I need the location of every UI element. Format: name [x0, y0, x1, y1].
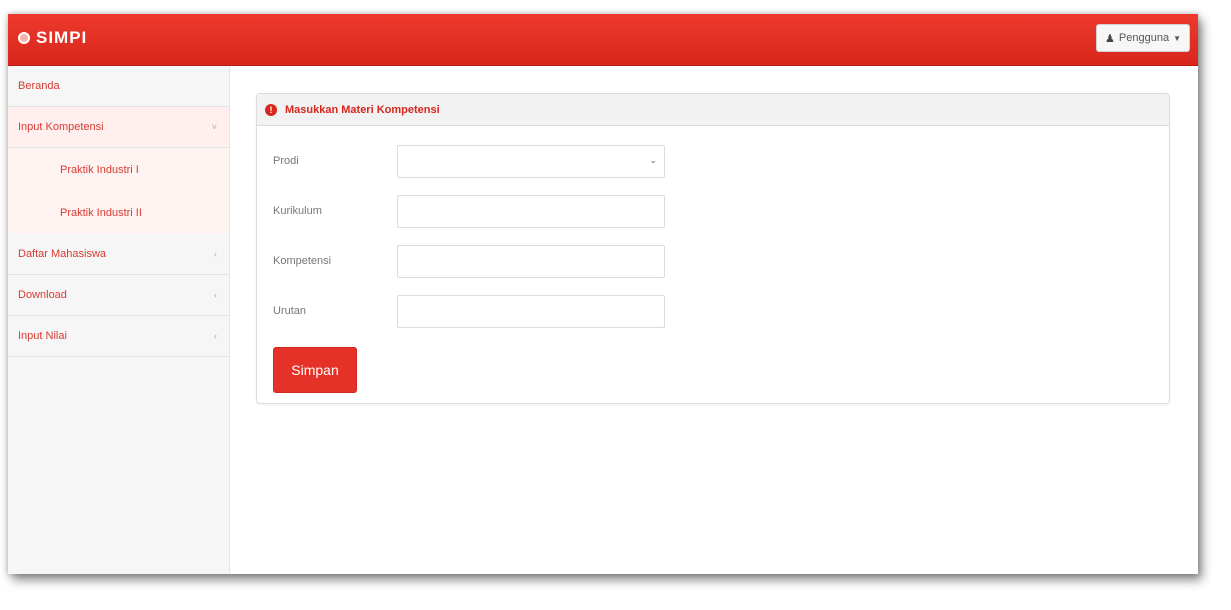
top-navbar: SIMPI ♟ Pengguna ▼ [8, 14, 1198, 66]
sidebar-item-label: Beranda [18, 80, 60, 92]
brand[interactable]: SIMPI [18, 28, 87, 48]
simpan-button[interactable]: Simpan [273, 347, 357, 393]
gear-logo-icon [18, 32, 30, 44]
sidebar-item-label: Download [18, 289, 67, 301]
sidebar-item-daftar-mahasiswa[interactable]: Daftar Mahasiswa ‹ [8, 234, 229, 275]
sidebar-item-label: Input Kompetensi [18, 121, 104, 133]
kompetensi-label: Kompetensi [273, 255, 332, 267]
panel-header: ! Masukkan Materi Kompetensi [257, 94, 1169, 126]
chevron-left-icon: ‹ [214, 331, 217, 341]
form-panel: ! Masukkan Materi Kompetensi Prodi ⌄ Kur… [256, 93, 1170, 404]
sidebar-item-download[interactable]: Download ‹ [8, 275, 229, 316]
prodi-select[interactable] [397, 144, 665, 178]
caret-down-icon: ▼ [1173, 33, 1181, 43]
sidebar-item-label: Input Nilai [18, 330, 67, 342]
user-menu-label: Pengguna [1118, 32, 1170, 44]
chevron-left-icon: ‹ [214, 249, 217, 259]
sidebar: Beranda Input Kompetensi ˅ Praktik Indus… [8, 66, 230, 574]
sidebar-item-beranda[interactable]: Beranda [8, 66, 229, 107]
form-row-kurikulum: Kurikulum [273, 194, 673, 228]
urutan-input[interactable] [397, 294, 665, 328]
sidebar-subitem-praktik-industri-1[interactable]: Praktik Industri I [8, 148, 229, 191]
kompetensi-input[interactable] [397, 244, 665, 278]
info-circle-icon: ! [265, 103, 277, 116]
sidebar-subitem-praktik-industri-2[interactable]: Praktik Industri II [8, 191, 229, 234]
main-content: ! Masukkan Materi Kompetensi Prodi ⌄ Kur… [230, 66, 1198, 574]
prodi-label: Prodi [273, 155, 299, 167]
kurikulum-label: Kurikulum [273, 205, 322, 217]
form-row-kompetensi: Kompetensi [273, 244, 673, 278]
app-window: SIMPI ♟ Pengguna ▼ Beranda Input Kompete… [8, 14, 1198, 574]
user-icon: ♟ [1105, 32, 1115, 45]
brand-name: SIMPI [36, 28, 88, 47]
sidebar-item-input-kompetensi[interactable]: Input Kompetensi ˅ [8, 107, 229, 148]
sidebar-subitem-label: Praktik Industri I [60, 163, 139, 176]
panel-title: Masukkan Materi Kompetensi [285, 103, 440, 116]
form-row-prodi: Prodi ⌄ [273, 144, 673, 178]
urutan-label: Urutan [273, 305, 307, 317]
sidebar-item-input-nilai[interactable]: Input Nilai ‹ [8, 316, 229, 357]
chevron-left-icon: ‹ [214, 290, 217, 300]
kurikulum-input[interactable] [397, 194, 665, 228]
sidebar-subitem-label: Praktik Industri II [60, 206, 142, 219]
chevron-down-icon: ˅ [211, 122, 217, 132]
user-menu-button[interactable]: ♟ Pengguna ▼ [1096, 24, 1190, 52]
prodi-select-wrap: ⌄ [397, 144, 665, 178]
sidebar-item-label: Daftar Mahasiswa [18, 248, 107, 260]
form-row-urutan: Urutan [273, 294, 673, 328]
